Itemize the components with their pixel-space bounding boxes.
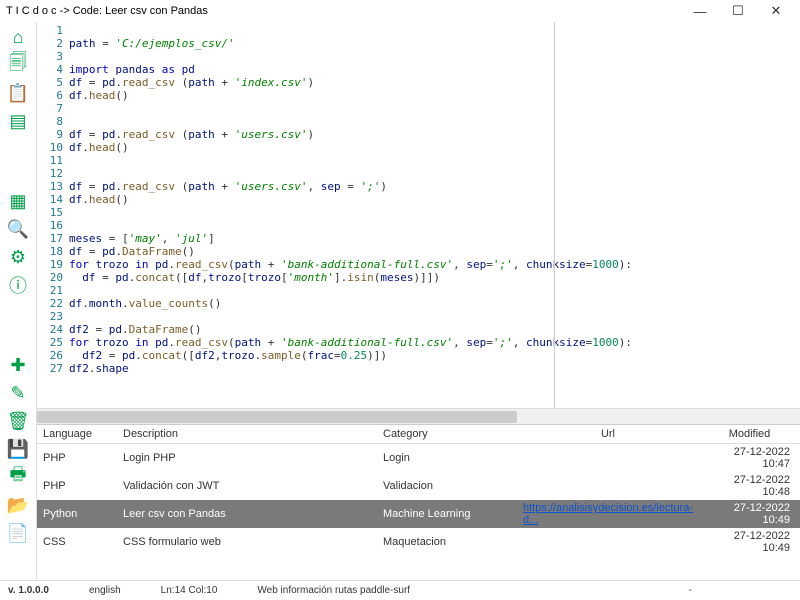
status-language: english [89, 585, 121, 596]
titlebar: T I C d o c -> Code: Leer csv con Pandas… [0, 0, 800, 22]
status-version: v. 1.0.0.0 [8, 585, 49, 596]
close-button[interactable]: ✕ [764, 2, 788, 20]
code-area[interactable]: path = 'C:/ejemplos_csv/' import pandas … [69, 22, 800, 408]
note-icon[interactable]: ▤ [5, 108, 31, 134]
status-dash: - [689, 585, 692, 596]
ruler-line [554, 22, 555, 408]
table-row[interactable]: PHPValidación con JWTValidacion27-12-202… [37, 472, 800, 500]
maximize-button[interactable]: ☐ [726, 2, 750, 20]
col-description[interactable]: Description [117, 425, 377, 444]
files-icon[interactable]: 🗐 [5, 52, 31, 78]
snippets-table: Language Description Category Url Modifi… [37, 424, 800, 580]
home-icon[interactable]: ⌂ [5, 24, 31, 50]
col-category[interactable]: Category [377, 425, 517, 444]
minimize-button[interactable]: — [688, 2, 712, 20]
info-icon[interactable]: ⓘ [5, 272, 31, 298]
status-info: Web información rutas paddle-surf [257, 585, 410, 596]
add-icon[interactable]: ✚ [5, 352, 31, 378]
save-icon[interactable]: 💾 [5, 436, 31, 462]
grid-icon[interactable]: ▦ [5, 188, 31, 214]
edit-icon[interactable]: ✎ [5, 380, 31, 406]
gear-icon[interactable]: ⚙ [5, 244, 31, 270]
scrollbar-thumb[interactable] [37, 411, 517, 423]
status-cursor-pos: Ln:14 Col:10 [161, 585, 218, 596]
line-gutter: 1234567891011121314151617181920212223242… [37, 22, 69, 408]
col-language[interactable]: Language [37, 425, 117, 444]
col-modified[interactable]: Modified [699, 425, 800, 444]
table-row[interactable]: PythonLeer csv con PandasMachine Learnin… [37, 500, 800, 528]
table-row[interactable]: CSSCSS formulario webMaquetacion27-12-20… [37, 528, 800, 556]
sidebar: ⌂🗐📋▤ ▦🔍⚙ⓘ ✚✎🗑💾🖶📂📄 [0, 22, 36, 580]
horizontal-scrollbar[interactable] [37, 408, 800, 424]
trash-icon[interactable]: 🗑 [5, 408, 31, 434]
open-icon[interactable]: 📂 [5, 492, 31, 518]
table-row[interactable]: PHPLogin PHPLogin27-12-2022 10:47 [37, 444, 800, 473]
export-icon[interactable]: 📄 [5, 520, 31, 546]
search-icon[interactable]: 🔍 [5, 216, 31, 242]
print-icon[interactable]: 🖶 [5, 464, 31, 490]
window-title: T I C d o c -> Code: Leer csv con Pandas [6, 5, 208, 17]
statusbar: v. 1.0.0.0 english Ln:14 Col:10 Web info… [0, 580, 800, 600]
clipboard-icon[interactable]: 📋 [5, 80, 31, 106]
code-editor[interactable]: 1234567891011121314151617181920212223242… [37, 22, 800, 408]
col-url[interactable]: Url [517, 425, 699, 444]
